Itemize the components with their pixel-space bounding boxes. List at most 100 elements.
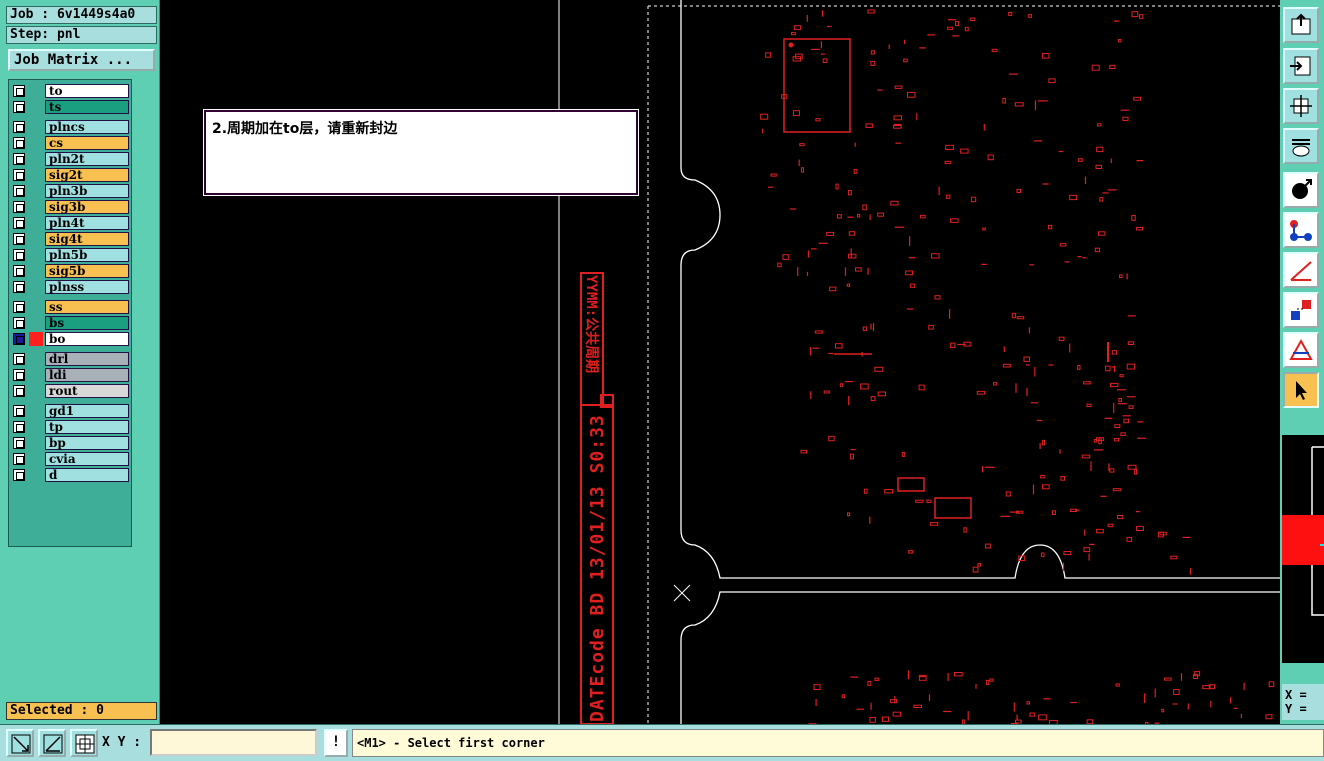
snap-button[interactable] bbox=[1283, 172, 1319, 208]
layer-name[interactable]: drl bbox=[45, 352, 129, 366]
layer-name[interactable]: tp bbox=[45, 420, 129, 434]
layer-name[interactable]: pln4t bbox=[45, 216, 129, 230]
layer-checkbox[interactable] bbox=[13, 421, 25, 433]
layer-name[interactable]: plnss bbox=[45, 280, 129, 294]
layer-checkbox[interactable] bbox=[13, 437, 25, 449]
graphic-canvas[interactable]: YYMM:公共周期 DATEcode BD 13/01/13 S0:33 bbox=[160, 0, 1280, 724]
component-glyph bbox=[1123, 418, 1130, 424]
layer-row-sig2t[interactable]: sig2t bbox=[11, 168, 130, 182]
grid-button[interactable] bbox=[70, 729, 98, 757]
job-matrix-button[interactable]: Job Matrix ... bbox=[8, 49, 155, 71]
layer-row-ss[interactable]: ss bbox=[11, 300, 130, 314]
layer-name[interactable]: rout bbox=[45, 384, 129, 398]
layer-row-ldi[interactable]: ldi bbox=[11, 368, 130, 382]
layer-checkbox[interactable] bbox=[13, 249, 25, 261]
layer-name[interactable]: ldi bbox=[45, 368, 129, 382]
layer-checkbox[interactable] bbox=[13, 385, 25, 397]
select-layers-button[interactable] bbox=[1283, 292, 1319, 328]
layer-name[interactable]: sig5b bbox=[45, 264, 129, 278]
layer-row-tp[interactable]: tp bbox=[11, 420, 130, 434]
layer-name[interactable]: bp bbox=[45, 436, 129, 450]
layer-name[interactable]: plncs bbox=[45, 120, 129, 134]
open-window-button[interactable] bbox=[1283, 7, 1319, 43]
layer-name[interactable]: d bbox=[45, 468, 129, 482]
layer-name[interactable]: pln3b bbox=[45, 184, 129, 198]
layer-checkbox[interactable] bbox=[13, 137, 25, 149]
layer-checkbox[interactable] bbox=[13, 185, 25, 197]
layer-row-plncs[interactable]: plncs bbox=[11, 120, 130, 134]
info-button[interactable]: ! bbox=[324, 729, 348, 757]
layer-checkbox[interactable] bbox=[13, 281, 25, 293]
layer-checkbox[interactable] bbox=[13, 121, 25, 133]
layer-checkbox[interactable] bbox=[13, 369, 25, 381]
mini-map[interactable] bbox=[1282, 433, 1324, 663]
layer-row-sig4t[interactable]: sig4t bbox=[11, 232, 130, 246]
layer-row-ts[interactable]: ts bbox=[11, 100, 130, 114]
layer-checkbox[interactable] bbox=[13, 469, 25, 481]
layer-checkbox[interactable] bbox=[13, 169, 25, 181]
layer-name[interactable]: pln2t bbox=[45, 152, 129, 166]
xy-input[interactable] bbox=[150, 729, 317, 756]
triangle-tool-button[interactable] bbox=[1283, 332, 1319, 368]
layer-name[interactable]: sig2t bbox=[45, 168, 129, 182]
component-glyph bbox=[1014, 102, 1024, 107]
layer-row-to[interactable]: to bbox=[11, 84, 130, 98]
component-glyph bbox=[1135, 226, 1144, 231]
layer-name[interactable]: cs bbox=[45, 136, 129, 150]
layer-checkbox[interactable] bbox=[13, 201, 25, 213]
layer-checkbox[interactable] bbox=[13, 353, 25, 365]
layer-name[interactable]: bo bbox=[45, 332, 129, 346]
component-glyph bbox=[982, 227, 986, 231]
layer-row-gd1[interactable]: gd1 bbox=[11, 404, 130, 418]
layer-checkbox[interactable] bbox=[13, 101, 25, 113]
layer-checkbox[interactable] bbox=[13, 233, 25, 245]
layer-row-rout[interactable]: rout bbox=[11, 384, 130, 398]
layer-row-cs[interactable]: cs bbox=[11, 136, 130, 150]
layer-row-sig3b[interactable]: sig3b bbox=[11, 200, 130, 214]
layer-row-pln5b[interactable]: pln5b bbox=[11, 248, 130, 262]
zoom-area-button[interactable] bbox=[6, 729, 34, 757]
layer-checkbox[interactable] bbox=[13, 265, 25, 277]
layer-row-bs[interactable]: bs bbox=[11, 316, 130, 330]
layer-name[interactable]: sig4t bbox=[45, 232, 129, 246]
layer-row-pln3b[interactable]: pln3b bbox=[11, 184, 130, 198]
layer-name[interactable]: gd1 bbox=[45, 404, 129, 418]
component-glyph bbox=[1117, 39, 1122, 43]
component-glyph bbox=[1069, 194, 1078, 201]
layer-row-cvia[interactable]: cvia bbox=[11, 452, 130, 466]
layer-row-plnss[interactable]: plnss bbox=[11, 280, 130, 294]
layer-name[interactable]: to bbox=[45, 84, 129, 98]
layer-row-pln4t[interactable]: pln4t bbox=[11, 216, 130, 230]
layer-checkbox[interactable] bbox=[13, 453, 25, 465]
layer-row-sig5b[interactable]: sig5b bbox=[11, 264, 130, 278]
zoom-fit-button[interactable] bbox=[1283, 88, 1319, 124]
layer-row-drl[interactable]: drl bbox=[11, 352, 130, 366]
layer-checkbox[interactable] bbox=[13, 85, 25, 97]
component-glyph bbox=[870, 50, 875, 55]
layer-row-bo[interactable]: bo bbox=[11, 332, 130, 346]
component-glyph bbox=[1110, 382, 1119, 388]
layer-checkbox[interactable] bbox=[13, 333, 25, 345]
layer-row-bp[interactable]: bp bbox=[11, 436, 130, 450]
layer-name[interactable]: ts bbox=[45, 100, 129, 114]
layer-name[interactable]: pln5b bbox=[45, 248, 129, 262]
measure-button[interactable] bbox=[1283, 252, 1319, 288]
layer-name[interactable]: sig3b bbox=[45, 200, 129, 214]
import-button[interactable] bbox=[1283, 48, 1319, 84]
layer-checkbox[interactable] bbox=[13, 405, 25, 417]
layer-name[interactable]: cvia bbox=[45, 452, 129, 466]
layer-checkbox[interactable] bbox=[13, 317, 25, 329]
component-glyph bbox=[1127, 341, 1135, 345]
layer-name[interactable]: bs bbox=[45, 316, 129, 330]
note-annotation[interactable]: 2.周期加在to层，请重新封边 bbox=[204, 110, 638, 195]
layer-checkbox[interactable] bbox=[13, 217, 25, 229]
layer-row-pln2t[interactable]: pln2t bbox=[11, 152, 130, 166]
connect-button[interactable] bbox=[1283, 212, 1319, 248]
layer-checkbox[interactable] bbox=[13, 153, 25, 165]
layer-row-d[interactable]: d bbox=[11, 468, 130, 482]
measure-ruler-button[interactable] bbox=[38, 729, 66, 757]
layer-checkbox[interactable] bbox=[13, 301, 25, 313]
pointer-button[interactable] bbox=[1283, 372, 1319, 408]
tools-button[interactable] bbox=[1283, 128, 1319, 164]
layer-name[interactable]: ss bbox=[45, 300, 129, 314]
